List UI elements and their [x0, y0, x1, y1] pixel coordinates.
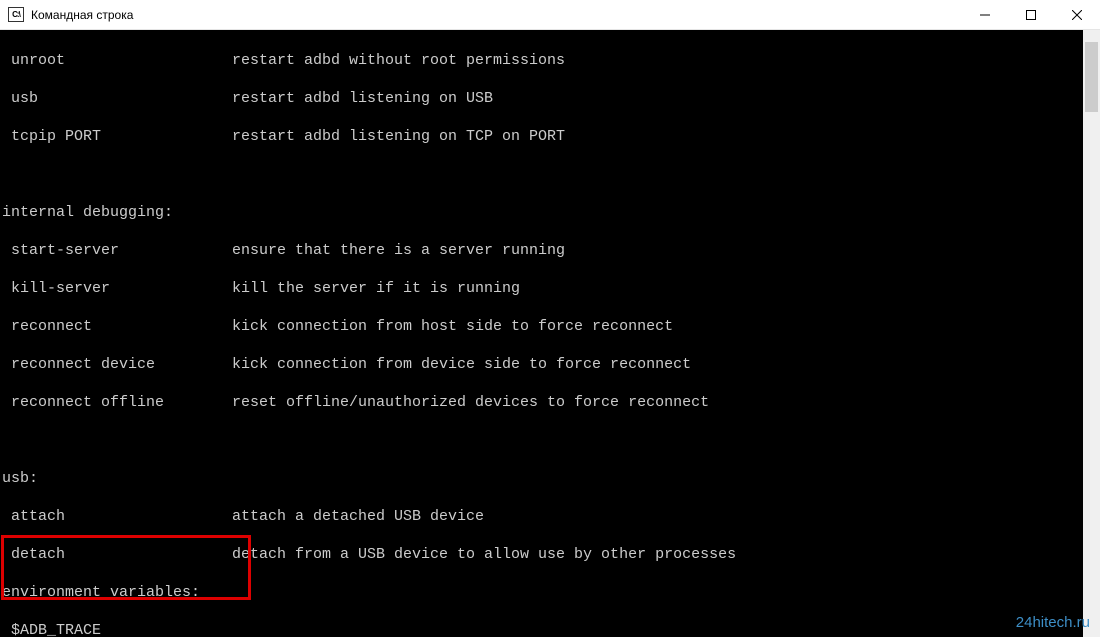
env-var-line: $ADB_TRACE: [2, 621, 1100, 637]
cmd-name: usb: [2, 89, 232, 108]
cmd-desc: reset offline/unauthorized devices to fo…: [232, 393, 709, 412]
scrollbar-thumb[interactable]: [1085, 42, 1098, 112]
cmd-row: kill-serverkill the server if it is runn…: [2, 279, 1100, 298]
titlebar-left: C:\ Командная строка: [0, 7, 133, 22]
terminal-output[interactable]: unrootrestart adbd without root permissi…: [0, 30, 1100, 637]
cmd-desc: ensure that there is a server running: [232, 241, 565, 260]
section-header: internal debugging:: [2, 203, 1100, 222]
cmd-icon: C:\: [8, 7, 24, 22]
cmd-desc: detach from a USB device to allow use by…: [232, 545, 736, 564]
window-controls: [962, 0, 1100, 29]
cmd-name: tcpip PORT: [2, 127, 232, 146]
minimize-button[interactable]: [962, 0, 1008, 29]
blank-line: [2, 431, 1100, 450]
section-header: usb:: [2, 469, 1100, 488]
cmd-name: start-server: [2, 241, 232, 260]
cmd-name: detach: [2, 545, 232, 564]
cmd-row: usbrestart adbd listening on USB: [2, 89, 1100, 108]
cmd-name: kill-server: [2, 279, 232, 298]
minimize-icon: [980, 10, 990, 20]
window-title: Командная строка: [31, 8, 133, 22]
window-titlebar: C:\ Командная строка: [0, 0, 1100, 30]
cmd-desc: restart adbd listening on TCP on PORT: [232, 127, 565, 146]
cmd-name: attach: [2, 507, 232, 526]
blank-line: [2, 165, 1100, 184]
cmd-desc: restart adbd without root permissions: [232, 51, 565, 70]
cmd-row: reconnect offlinereset offline/unauthori…: [2, 393, 1100, 412]
cmd-desc: restart adbd listening on USB: [232, 89, 493, 108]
maximize-button[interactable]: [1008, 0, 1054, 29]
close-button[interactable]: [1054, 0, 1100, 29]
cmd-name: reconnect device: [2, 355, 232, 374]
cmd-desc: kill the server if it is running: [232, 279, 520, 298]
cmd-desc: attach a detached USB device: [232, 507, 484, 526]
cmd-row: reconnectkick connection from host side …: [2, 317, 1100, 336]
cmd-row: attachattach a detached USB device: [2, 507, 1100, 526]
watermark: 24hitech.ru: [1016, 614, 1090, 631]
cmd-row: tcpip PORTrestart adbd listening on TCP …: [2, 127, 1100, 146]
cmd-name: unroot: [2, 51, 232, 70]
close-icon: [1072, 10, 1082, 20]
cmd-row: reconnect devicekick connection from dev…: [2, 355, 1100, 374]
cmd-name: reconnect offline: [2, 393, 232, 412]
vertical-scrollbar[interactable]: [1083, 30, 1100, 637]
cmd-row: detachdetach from a USB device to allow …: [2, 545, 1100, 564]
cmd-desc: kick connection from device side to forc…: [232, 355, 691, 374]
cmd-name: reconnect: [2, 317, 232, 336]
cmd-row: unrootrestart adbd without root permissi…: [2, 51, 1100, 70]
cmd-row: start-serverensure that there is a serve…: [2, 241, 1100, 260]
cmd-desc: kick connection from host side to force …: [232, 317, 673, 336]
maximize-icon: [1026, 10, 1036, 20]
section-header: environment variables:: [2, 583, 1100, 602]
